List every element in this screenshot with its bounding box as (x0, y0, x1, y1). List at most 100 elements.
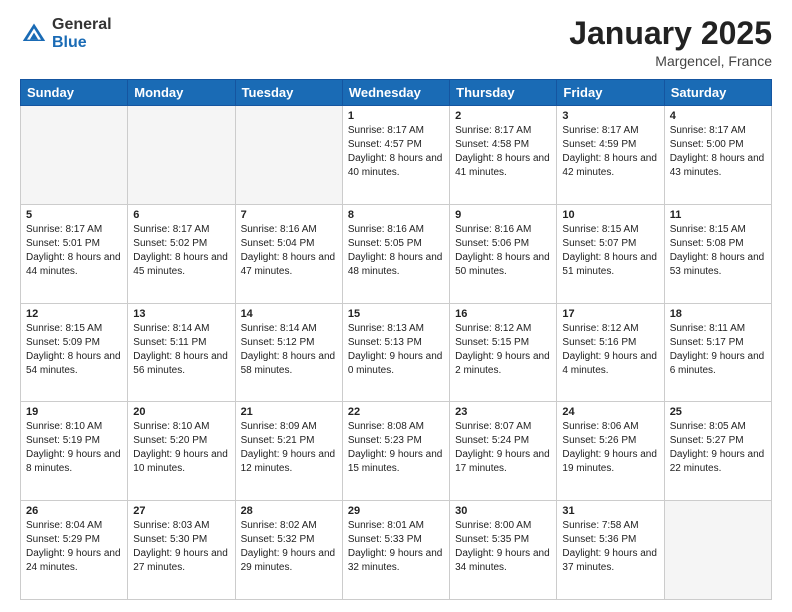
cell-daylight-info: Sunrise: 8:17 AM Sunset: 4:57 PM Dayligh… (348, 124, 444, 180)
calendar-cell: 24 Sunrise: 8:06 AM Sunset: 5:26 PM Dayli… (557, 402, 664, 501)
location: Margencel, France (569, 53, 772, 69)
calendar-cell: 25Sunrise: 8:05 AM Sunset: 5:27 PM Dayli… (664, 402, 771, 501)
cell-daylight-info: Sunrise: 8:14 AM Sunset: 5:12 PM Dayligh… (241, 322, 337, 378)
day-number: 16 (455, 308, 551, 320)
day-number: 10 (562, 209, 658, 221)
day-number: 7 (241, 209, 337, 221)
calendar-table: SundayMondayTuesdayWednesdayThursdayFrid… (20, 79, 772, 600)
day-number: 1 (348, 110, 444, 122)
calendar-cell: 29 Sunrise: 8:01 AM Sunset: 5:33 PM Dayli… (342, 501, 449, 600)
weekday-header-saturday: Saturday (664, 80, 771, 106)
cell-daylight-info: Sunrise: 8:13 AM Sunset: 5:13 PM Dayligh… (348, 322, 444, 378)
calendar-cell: 31 Sunrise: 7:58 AM Sunset: 5:36 PM Dayli… (557, 501, 664, 600)
logo-general-text: General (52, 16, 112, 34)
day-number: 21 (241, 406, 337, 418)
calendar-cell: 10Sunrise: 8:15 AM Sunset: 5:07 PM Dayli… (557, 204, 664, 303)
cell-daylight-info: Sunrise: 8:17 AM Sunset: 5:00 PM Dayligh… (670, 124, 766, 180)
calendar-cell: 4 Sunrise: 8:17 AM Sunset: 5:00 PM Daylig… (664, 106, 771, 205)
cell-daylight-info: Sunrise: 8:17 AM Sunset: 5:01 PM Dayligh… (26, 223, 122, 279)
calendar-cell: 15 Sunrise: 8:13 AM Sunset: 5:13 PM Dayli… (342, 303, 449, 402)
calendar-cell: 30 Sunrise: 8:00 AM Sunset: 5:35 PM Dayli… (450, 501, 557, 600)
day-number: 19 (26, 406, 122, 418)
week-row-2: 12Sunrise: 8:15 AM Sunset: 5:09 PM Dayli… (21, 303, 772, 402)
cell-daylight-info: Sunrise: 8:10 AM Sunset: 5:19 PM Dayligh… (26, 420, 122, 476)
cell-daylight-info: Sunrise: 8:16 AM Sunset: 5:05 PM Dayligh… (348, 223, 444, 279)
weekday-header-sunday: Sunday (21, 80, 128, 106)
weekday-header-tuesday: Tuesday (235, 80, 342, 106)
cell-daylight-info: Sunrise: 8:12 AM Sunset: 5:15 PM Dayligh… (455, 322, 551, 378)
week-row-0: 1 Sunrise: 8:17 AM Sunset: 4:57 PM Daylig… (21, 106, 772, 205)
calendar-cell: 19 Sunrise: 8:10 AM Sunset: 5:19 PM Dayli… (21, 402, 128, 501)
cell-daylight-info: Sunrise: 8:02 AM Sunset: 5:32 PM Dayligh… (241, 519, 337, 575)
calendar-cell: 20 Sunrise: 8:10 AM Sunset: 5:20 PM Dayli… (128, 402, 235, 501)
cell-daylight-info: Sunrise: 8:11 AM Sunset: 5:17 PM Dayligh… (670, 322, 766, 378)
cell-daylight-info: Sunrise: 8:10 AM Sunset: 5:20 PM Dayligh… (133, 420, 229, 476)
calendar-cell (128, 106, 235, 205)
day-number: 11 (670, 209, 766, 221)
calendar-cell: 13Sunrise: 8:14 AM Sunset: 5:11 PM Dayli… (128, 303, 235, 402)
weekday-header-thursday: Thursday (450, 80, 557, 106)
logo-icon (20, 20, 48, 48)
cell-daylight-info: Sunrise: 8:17 AM Sunset: 5:02 PM Dayligh… (133, 223, 229, 279)
month-title: January 2025 (569, 16, 772, 51)
day-number: 9 (455, 209, 551, 221)
weekday-header-monday: Monday (128, 80, 235, 106)
calendar-cell: 26Sunrise: 8:04 AM Sunset: 5:29 PM Dayli… (21, 501, 128, 600)
calendar-cell: 28 Sunrise: 8:02 AM Sunset: 5:32 PM Dayli… (235, 501, 342, 600)
day-number: 28 (241, 505, 337, 517)
day-number: 2 (455, 110, 551, 122)
day-number: 4 (670, 110, 766, 122)
weekday-header-friday: Friday (557, 80, 664, 106)
calendar-cell (664, 501, 771, 600)
day-number: 15 (348, 308, 444, 320)
cell-daylight-info: Sunrise: 8:17 AM Sunset: 4:59 PM Dayligh… (562, 124, 658, 180)
title-block: January 2025 Margencel, France (569, 16, 772, 69)
calendar-cell: 5 Sunrise: 8:17 AM Sunset: 5:01 PM Daylig… (21, 204, 128, 303)
calendar-cell: 11 Sunrise: 8:15 AM Sunset: 5:08 PM Dayli… (664, 204, 771, 303)
calendar-cell: 21Sunrise: 8:09 AM Sunset: 5:21 PM Dayli… (235, 402, 342, 501)
day-number: 18 (670, 308, 766, 320)
calendar-cell: 14 Sunrise: 8:14 AM Sunset: 5:12 PM Dayli… (235, 303, 342, 402)
calendar-cell: 6Sunrise: 8:17 AM Sunset: 5:02 PM Daylig… (128, 204, 235, 303)
calendar-cell: 17Sunrise: 8:12 AM Sunset: 5:16 PM Dayli… (557, 303, 664, 402)
day-number: 20 (133, 406, 229, 418)
cell-daylight-info: Sunrise: 8:06 AM Sunset: 5:26 PM Dayligh… (562, 420, 658, 476)
logo: General Blue (20, 16, 112, 51)
calendar-cell: 8Sunrise: 8:16 AM Sunset: 5:05 PM Daylig… (342, 204, 449, 303)
cell-daylight-info: Sunrise: 8:00 AM Sunset: 5:35 PM Dayligh… (455, 519, 551, 575)
cell-daylight-info: Sunrise: 8:01 AM Sunset: 5:33 PM Dayligh… (348, 519, 444, 575)
logo-blue-text: Blue (52, 34, 112, 52)
day-number: 27 (133, 505, 229, 517)
cell-daylight-info: Sunrise: 8:16 AM Sunset: 5:04 PM Dayligh… (241, 223, 337, 279)
day-number: 3 (562, 110, 658, 122)
day-number: 29 (348, 505, 444, 517)
week-row-4: 26Sunrise: 8:04 AM Sunset: 5:29 PM Dayli… (21, 501, 772, 600)
cell-daylight-info: Sunrise: 8:14 AM Sunset: 5:11 PM Dayligh… (133, 322, 229, 378)
calendar-cell: 23Sunrise: 8:07 AM Sunset: 5:24 PM Dayli… (450, 402, 557, 501)
week-row-1: 5 Sunrise: 8:17 AM Sunset: 5:01 PM Daylig… (21, 204, 772, 303)
day-number: 24 (562, 406, 658, 418)
weekday-header-row: SundayMondayTuesdayWednesdayThursdayFrid… (21, 80, 772, 106)
header: General Blue January 2025 Margencel, Fra… (20, 16, 772, 69)
calendar-cell: 9 Sunrise: 8:16 AM Sunset: 5:06 PM Daylig… (450, 204, 557, 303)
calendar-cell: 12Sunrise: 8:15 AM Sunset: 5:09 PM Dayli… (21, 303, 128, 402)
day-number: 17 (562, 308, 658, 320)
cell-daylight-info: Sunrise: 8:03 AM Sunset: 5:30 PM Dayligh… (133, 519, 229, 575)
calendar-cell (21, 106, 128, 205)
cell-daylight-info: Sunrise: 8:17 AM Sunset: 4:58 PM Dayligh… (455, 124, 551, 180)
day-number: 23 (455, 406, 551, 418)
weekday-header-wednesday: Wednesday (342, 80, 449, 106)
day-number: 30 (455, 505, 551, 517)
day-number: 5 (26, 209, 122, 221)
cell-daylight-info: Sunrise: 8:15 AM Sunset: 5:08 PM Dayligh… (670, 223, 766, 279)
calendar-cell: 18 Sunrise: 8:11 AM Sunset: 5:17 PM Dayli… (664, 303, 771, 402)
calendar-cell: 22Sunrise: 8:08 AM Sunset: 5:23 PM Dayli… (342, 402, 449, 501)
day-number: 31 (562, 505, 658, 517)
day-number: 14 (241, 308, 337, 320)
cell-daylight-info: Sunrise: 7:58 AM Sunset: 5:36 PM Dayligh… (562, 519, 658, 575)
week-row-3: 19 Sunrise: 8:10 AM Sunset: 5:19 PM Dayli… (21, 402, 772, 501)
day-number: 12 (26, 308, 122, 320)
cell-daylight-info: Sunrise: 8:16 AM Sunset: 5:06 PM Dayligh… (455, 223, 551, 279)
calendar-cell: 2 Sunrise: 8:17 AM Sunset: 4:58 PM Daylig… (450, 106, 557, 205)
calendar-cell: 16 Sunrise: 8:12 AM Sunset: 5:15 PM Dayli… (450, 303, 557, 402)
